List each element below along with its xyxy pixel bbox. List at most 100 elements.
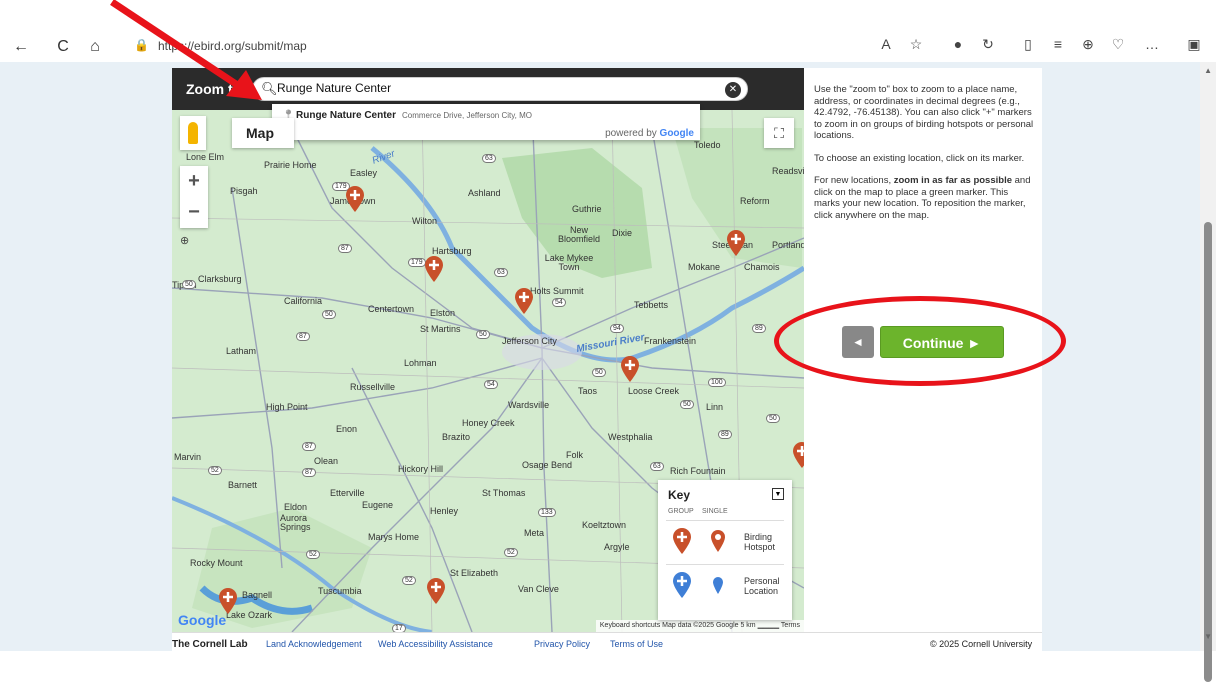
hotspot-group-marker[interactable]: [426, 578, 446, 604]
town-label: Enon: [336, 424, 358, 434]
town-label: Wilton: [412, 216, 438, 226]
highway-shield: 94: [610, 324, 624, 333]
read-aloud-icon[interactable]: A: [876, 36, 896, 52]
highway-shield: 89: [752, 324, 766, 333]
hotspot-group-marker[interactable]: [218, 588, 238, 614]
highway-shield: 63: [482, 154, 496, 163]
highway-shield: 50: [592, 368, 606, 377]
zoom-out-button[interactable]: −: [180, 197, 208, 228]
key-group-header: GROUP: [668, 508, 694, 515]
town-label: Readsville: [772, 166, 804, 176]
suggestion-name[interactable]: Runge Nature Center: [296, 110, 396, 121]
map-key: Key ▼ GROUP SINGLE Birding Hotspot Perso…: [658, 480, 792, 620]
town-label: Tebbetts: [634, 300, 669, 310]
hotspot-group-marker[interactable]: [345, 186, 365, 212]
suggestion-address[interactable]: Commerce Drive, Jefferson City, MO: [402, 111, 532, 120]
highway-shield: 133: [538, 508, 556, 517]
town-label: Easley: [350, 168, 378, 178]
footer-link-accessibility[interactable]: Web Accessibility Assistance: [378, 639, 493, 649]
highway-shield: 52: [306, 550, 320, 559]
split-screen-icon[interactable]: ▯: [1018, 36, 1038, 53]
autocomplete-dropdown: 📍︎ Runge Nature Center Commerce Drive, J…: [272, 104, 700, 140]
highway-shield: 87: [296, 332, 310, 341]
hotspot-single-icon: [711, 530, 725, 552]
town-label: St Elizabeth: [450, 568, 499, 578]
town-label: St Martins: [420, 324, 461, 334]
highway-shield: 50: [322, 310, 336, 319]
google-logo: Google: [178, 612, 227, 628]
scrollbar-thumb[interactable]: [1204, 222, 1212, 682]
town-label: Bagnell: [242, 590, 273, 600]
browser-essentials-icon[interactable]: ♡: [1108, 36, 1128, 53]
back-icon[interactable]: ←: [10, 36, 32, 58]
town-label: Westphalia: [608, 432, 653, 442]
town-label: Henley: [430, 506, 459, 516]
hotspot-group-marker[interactable]: [620, 356, 640, 382]
town-label: Hickory Hill: [398, 464, 443, 474]
favorite-icon[interactable]: ☆: [906, 36, 926, 53]
highway-shield: 54: [552, 298, 566, 307]
town-label: Latham: [226, 346, 257, 356]
scroll-up-icon[interactable]: ▲: [1204, 66, 1212, 75]
key-single-header: SINGLE: [702, 508, 728, 515]
key-title: Key: [668, 488, 691, 502]
key-toggle-button[interactable]: ▼: [772, 488, 784, 500]
hotspot-group-marker[interactable]: [792, 442, 804, 468]
highway-shield: 100: [708, 378, 726, 387]
street-view-pegman-icon[interactable]: [180, 116, 206, 150]
town-label: Dixie: [612, 228, 633, 238]
personal-group-icon: [673, 572, 691, 598]
highway-shield: 87: [302, 468, 316, 477]
copyright: © 2025 Cornell University: [930, 639, 1033, 649]
town-label: Van Cleve: [518, 584, 559, 594]
map-type-button[interactable]: Map: [232, 118, 294, 148]
zoom-in-button[interactable]: +: [180, 166, 208, 197]
reload-icon[interactable]: C: [52, 36, 74, 58]
town-label: Lone Elm: [186, 152, 225, 162]
map-attribution[interactable]: Keyboard shortcuts Map data ©2025 Google…: [595, 620, 804, 632]
collections-icon[interactable]: ⊕: [1078, 36, 1098, 53]
hotspot-group-marker[interactable]: [514, 288, 534, 314]
town-label: Frankenstein: [644, 336, 697, 346]
hotspot-group-marker[interactable]: [424, 256, 444, 282]
birding-hotspot-label: Birding Hotspot: [744, 532, 776, 552]
scrollbar[interactable]: [1200, 62, 1216, 682]
map[interactable]: Lone Elm Prairie Home Easley Pisgah Jame…: [172, 68, 804, 632]
footer-link-privacy[interactable]: Privacy Policy: [534, 639, 590, 649]
footer-link-terms[interactable]: Terms of Use: [610, 639, 663, 649]
zoom-select-icon[interactable]: ⊕: [180, 234, 196, 250]
fullscreen-icon[interactable]: ⛶: [764, 118, 794, 148]
town-label: Portland: [772, 240, 804, 250]
town-label: Centertown: [368, 304, 415, 314]
more-icon[interactable]: …: [1142, 36, 1162, 52]
favorites-bar-icon[interactable]: ≡: [1048, 36, 1068, 52]
zoom-to-input[interactable]: [277, 81, 717, 95]
town-label: Loose Creek: [628, 386, 680, 396]
town-label: Eugene: [362, 500, 394, 510]
town-label: Jefferson City: [502, 336, 557, 346]
extension-icon[interactable]: ●: [948, 36, 968, 52]
town-label: Clarksburg: [198, 274, 242, 284]
personal-location-label: Personal Location: [744, 576, 780, 596]
instructions-zoom-to: Use the "zoom to" box to zoom to a place…: [814, 84, 1034, 141]
refresh-extension-icon[interactable]: ↻: [978, 36, 998, 53]
zoom-to-field[interactable]: 🔍︎ ✕: [252, 77, 748, 101]
cornell-lab-logo[interactable]: The Cornell Lab: [172, 639, 248, 650]
hotspot-group-marker[interactable]: [726, 230, 746, 256]
highway-shield: 87: [338, 244, 352, 253]
town-label: Lake Mykee Town: [544, 253, 594, 272]
highway-shield: 17: [392, 624, 406, 632]
instructions-new-location: For new locations, zoom in as far as pos…: [814, 175, 1031, 221]
town-label: Wardsville: [508, 400, 550, 410]
footer-link-land[interactable]: Land Acknowledgement: [266, 639, 362, 649]
town-label: Linn: [706, 402, 724, 412]
annotation-ellipse: [774, 296, 1066, 386]
sidebar-toggle-icon[interactable]: ▣: [1184, 36, 1204, 53]
town-label: Barnett: [228, 480, 258, 490]
instructions-existing: To choose an existing location, click on…: [814, 152, 1025, 164]
scroll-down-icon[interactable]: ▼: [1204, 632, 1212, 641]
hotspot-group-icon: [673, 528, 691, 554]
highway-shield: 52: [504, 548, 518, 557]
town-label: Mokane: [688, 262, 721, 272]
clear-search-icon[interactable]: ✕: [725, 82, 741, 98]
